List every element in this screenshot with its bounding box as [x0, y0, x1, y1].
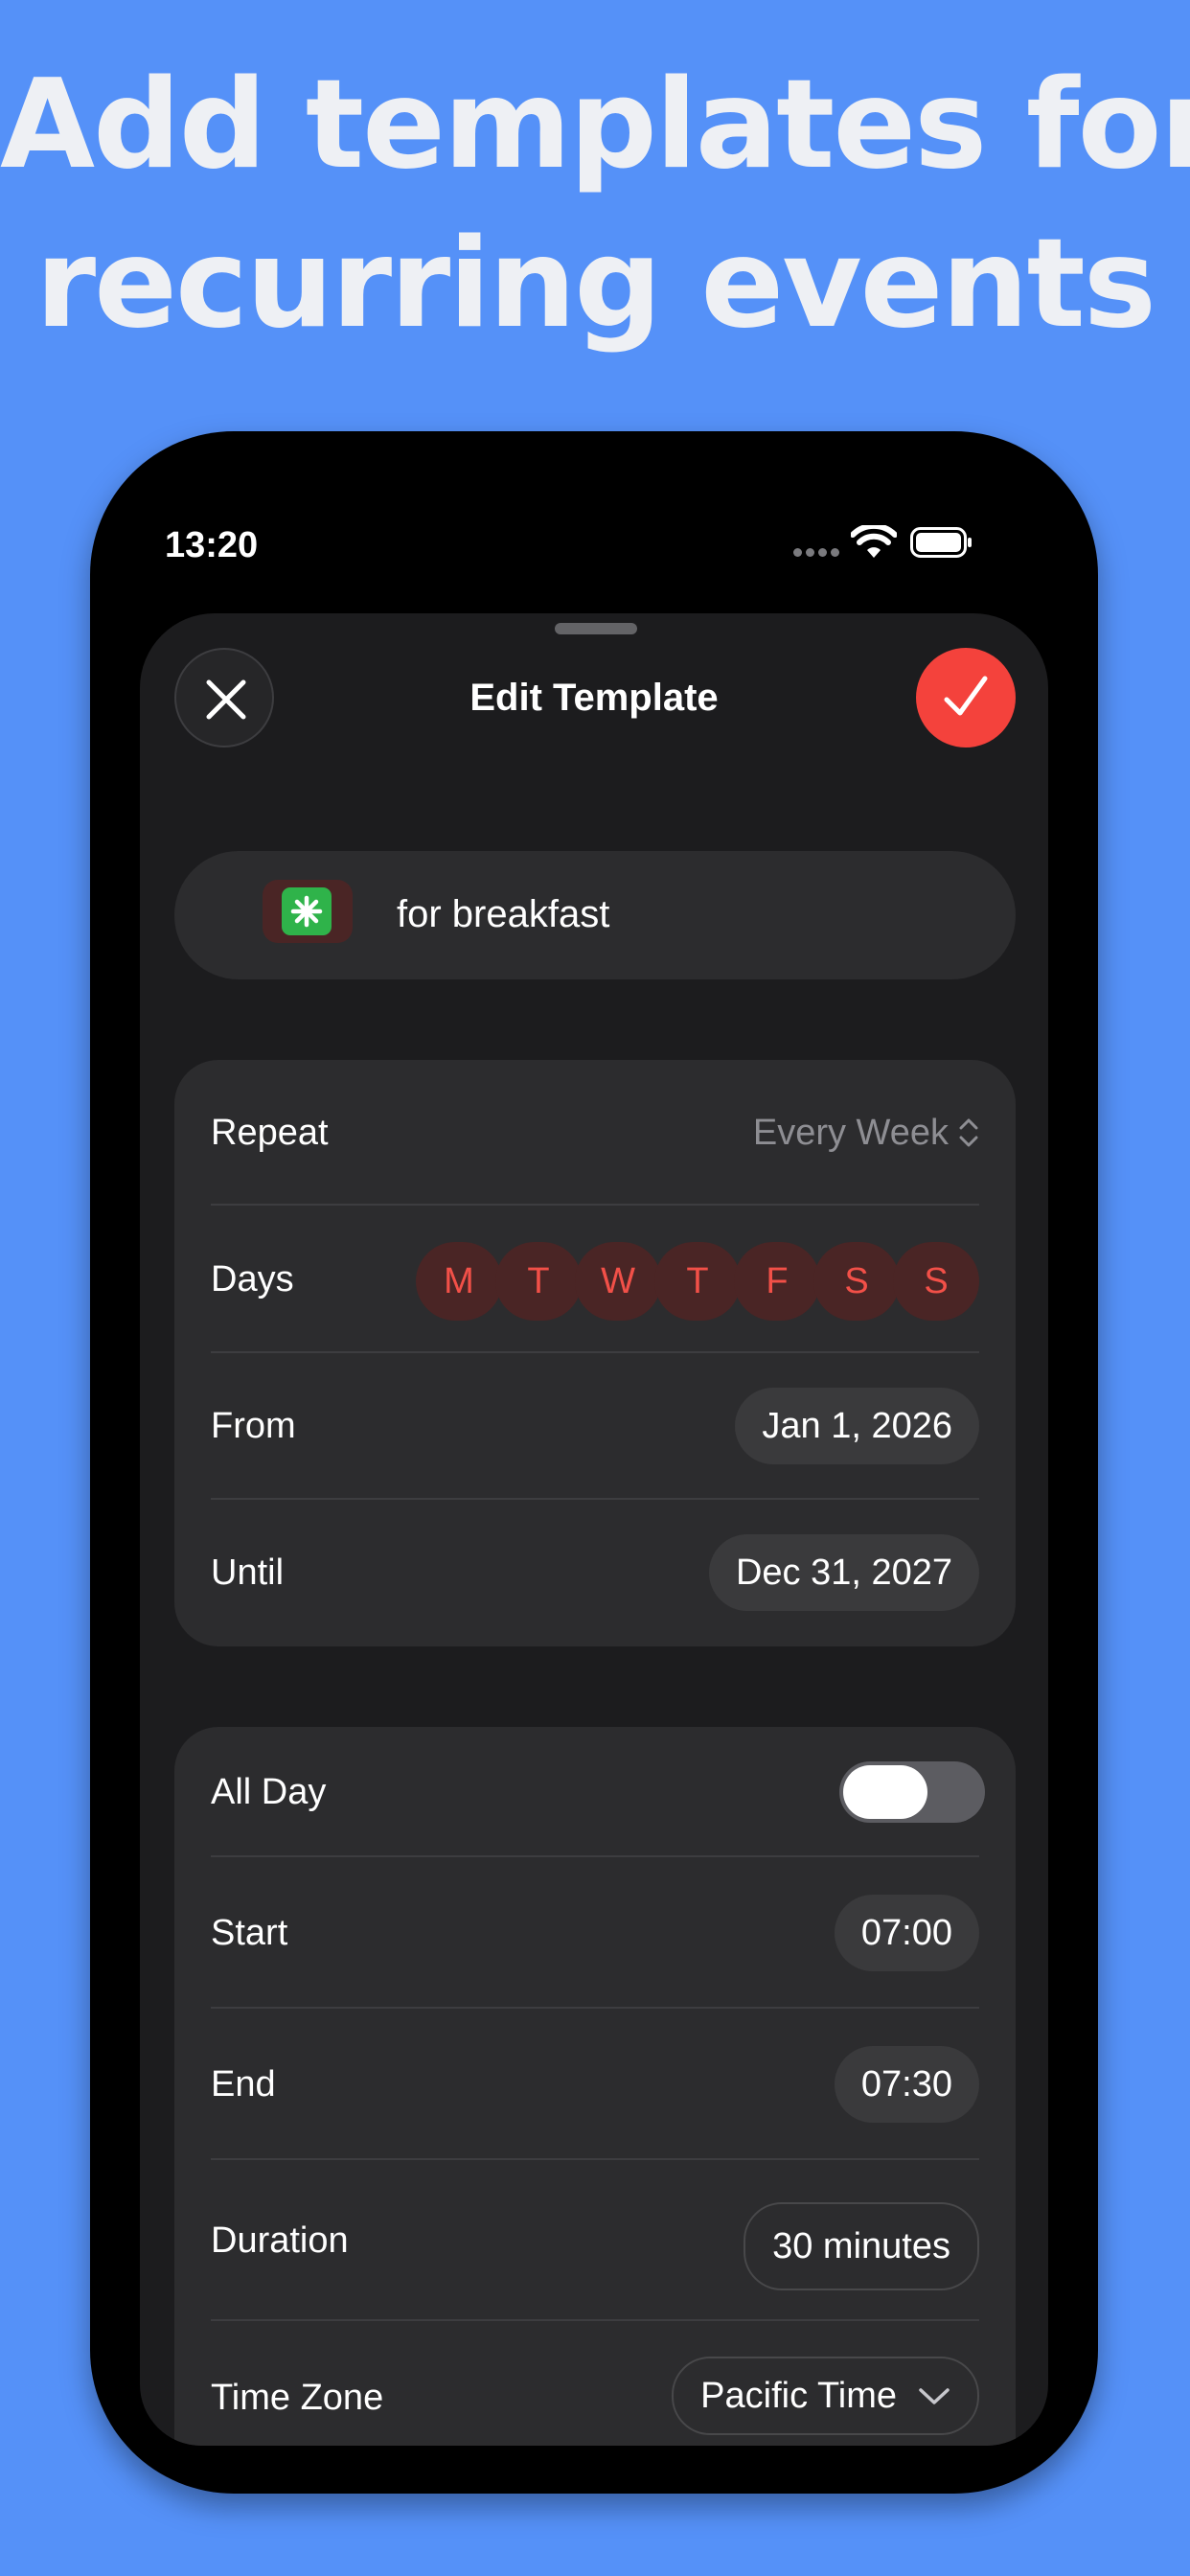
all-day-toggle[interactable] — [839, 1761, 985, 1823]
until-label: Until — [211, 1552, 285, 1593]
day-sunday[interactable]: S — [893, 1242, 979, 1321]
edit-template-sheet: Edit Template for breakfast Repeat Every… — [140, 613, 1048, 2446]
from-label: From — [211, 1406, 296, 1446]
end-time-button[interactable]: 07:30 — [834, 2046, 979, 2123]
end-label: End — [211, 2064, 276, 2104]
headline: Add templates for recurring events — [0, 46, 1190, 364]
from-row: From Jan 1, 2026 — [174, 1353, 1016, 1500]
toggle-knob — [843, 1765, 927, 1819]
template-name-text: for breakfast — [397, 893, 610, 935]
close-button[interactable] — [174, 648, 274, 748]
sheet-grabber[interactable] — [555, 623, 637, 634]
time-zone-label: Time Zone — [211, 2378, 384, 2418]
chevron-down-icon — [919, 2388, 950, 2404]
end-row: End 07:30 — [174, 2009, 1016, 2160]
save-button[interactable] — [916, 648, 1016, 748]
time-zone-picker[interactable]: Pacific Time — [672, 2357, 979, 2435]
day-thursday[interactable]: T — [654, 1242, 741, 1321]
emoji-picker-button[interactable] — [263, 880, 353, 943]
day-monday[interactable]: M — [416, 1242, 502, 1321]
repeat-picker[interactable]: Every Week — [753, 1109, 979, 1157]
sheet-title: Edit Template — [469, 677, 719, 719]
all-day-row: All Day — [174, 1727, 1016, 1857]
chevron-up-down-icon — [959, 1118, 978, 1147]
repeat-row[interactable]: Repeat Every Week — [174, 1060, 1016, 1206]
schedule-card: Repeat Every Week Days M T W T F S S Fro… — [174, 1060, 1016, 1646]
all-day-label: All Day — [211, 1772, 327, 1812]
day-friday[interactable]: F — [734, 1242, 820, 1321]
days-label: Days — [211, 1259, 294, 1300]
headline-line-2: recurring events — [35, 213, 1156, 356]
repeat-value: Every Week — [752, 1113, 949, 1153]
headline-line-1: Add templates for — [0, 54, 1190, 196]
time-zone-value: Pacific Time — [700, 2376, 897, 2416]
template-name-field[interactable]: for breakfast — [174, 851, 1016, 979]
day-wednesday[interactable]: W — [575, 1242, 661, 1321]
until-row: Until Dec 31, 2027 — [174, 1500, 1016, 1646]
start-row: Start 07:00 — [174, 1857, 1016, 2009]
checkmark-icon — [944, 676, 988, 716]
eight-spoked-asterisk-icon — [282, 887, 332, 935]
status-time: 13:20 — [165, 525, 259, 565]
days-row: Days M T W T F S S — [174, 1206, 1016, 1353]
from-date-button[interactable]: Jan 1, 2026 — [735, 1388, 979, 1464]
duration-label: Duration — [211, 2220, 349, 2261]
cellular-signal-icon — [793, 548, 839, 558]
duration-row: Duration 30 minutes — [174, 2160, 1016, 2321]
repeat-label: Repeat — [211, 1113, 329, 1153]
start-time-button[interactable]: 07:00 — [834, 1895, 979, 1971]
close-icon — [206, 679, 246, 720]
timing-card: All Day Start 07:00 End 07:30 Duration 3… — [174, 1727, 1016, 2446]
start-label: Start — [211, 1913, 288, 1953]
day-saturday[interactable]: S — [813, 1242, 900, 1321]
day-tuesday[interactable]: T — [495, 1242, 582, 1321]
time-zone-row: Time Zone Pacific Time — [174, 2321, 1016, 2446]
duration-button[interactable]: 30 minutes — [744, 2202, 979, 2290]
until-date-button[interactable]: Dec 31, 2027 — [708, 1534, 979, 1611]
battery-icon — [910, 527, 972, 558]
wifi-icon — [851, 525, 897, 558]
days-selector: M T W T F S S — [416, 1242, 979, 1321]
